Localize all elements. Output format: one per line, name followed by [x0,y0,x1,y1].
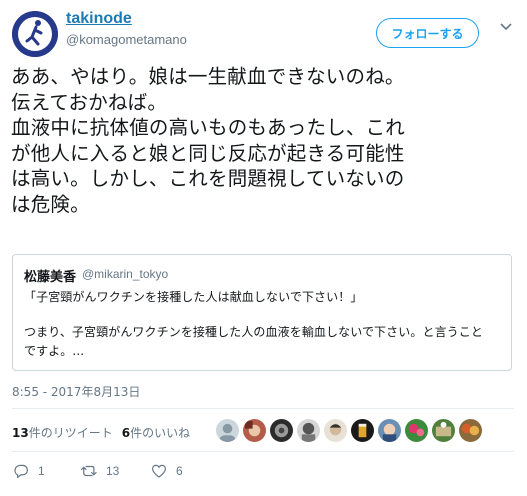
quoted-text-line: ですよ。... [24,344,85,358]
retweet-icon [80,465,97,477]
tweet-text-line: 血液中に抗体値の高いものもあったし、これ [11,116,406,140]
tweet-card: takinode @komagometamano フォローする ああ、やはり。娘… [0,0,527,496]
tweet-timestamp[interactable]: 8:55 - 2017年8月13日 [12,383,140,400]
user-avatar[interactable] [12,11,58,57]
quoted-handle: @mikarin_tokyo [82,267,169,281]
user-display-name[interactable]: takinode [66,10,132,28]
engagement-stats: 13件のリツイート 6件のいいね [12,424,190,441]
retweet-stat[interactable]: 13件のリツイート [12,424,113,441]
quoted-text-line: つまり、子宮頸がんワクチンを接種した人の血液を輸血しないで下さい。と言うこと [24,325,483,339]
reply-icon [14,464,28,478]
liker-avatar[interactable] [216,419,239,442]
retweet-stat-count: 13 [12,426,29,440]
avatar-image [12,11,58,57]
like-stat-count: 6 [121,426,131,440]
like-stat-label: 件のいいね [130,426,191,440]
like-stat[interactable]: 6件のいいね [122,424,190,441]
quoted-text-line: 「子宮頸がんワクチンを接種した人は献血しないで下さい！」 [24,290,363,304]
like-count: 6 [176,464,183,478]
like-button[interactable]: 6 [150,462,183,480]
liker-avatar[interactable] [324,419,347,442]
retweet-button[interactable]: 13 [80,462,150,480]
quoted-display-name: 松藤美香 [24,270,77,285]
quoted-tweet[interactable]: 松藤美香 @mikarin_tokyo 「子宮頸がんワクチンを接種した人は献血し… [12,254,512,371]
retweet-count: 13 [106,464,120,478]
liker-avatar[interactable] [243,419,266,442]
liker-avatar[interactable] [351,419,374,442]
user-handle[interactable]: @komagometamano [66,32,187,47]
liker-avatar[interactable] [459,419,482,442]
retweet-stat-label: 件のリツイート [28,426,113,440]
follow-button[interactable]: フォローする [376,18,479,48]
liker-avatar[interactable] [405,419,428,442]
tweet-text-line: は高い。しかし、これを問題視していないの [11,167,405,191]
liker-avatar[interactable] [378,419,401,442]
action-bar: 1 13 6 [12,462,183,480]
reply-count: 1 [38,464,45,478]
tweet-text-line: は危険。 [11,192,90,216]
liker-avatar[interactable] [297,419,320,442]
liker-avatars [216,419,482,442]
divider [12,451,514,452]
tweet-text-line: ああ、やはり。娘は一生献血できないのね。 [11,65,405,88]
tweet-text: ああ、やはり。娘は一生献血できないのね。 伝えておかねば。 血液中に抗体値の高い… [11,64,519,218]
chevron-down-icon[interactable] [498,18,514,34]
reply-button[interactable]: 1 [12,462,80,480]
liker-avatar[interactable] [270,419,293,442]
heart-icon [152,464,166,478]
tweet-text-line: 伝えておかねば。 [11,90,168,114]
tweet-text-line: が他人に入ると娘と同じ反応が起きる可能性 [11,141,405,165]
liker-avatar[interactable] [432,419,455,442]
divider [12,408,514,409]
